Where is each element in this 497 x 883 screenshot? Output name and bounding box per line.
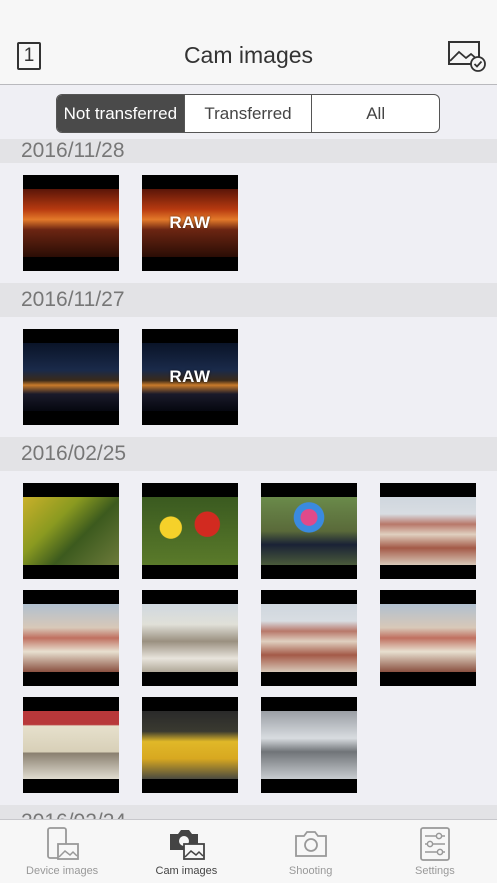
tab-device-images[interactable]: Device images: [0, 820, 124, 883]
image-check-icon[interactable]: [447, 40, 487, 72]
segment-not-transferred[interactable]: Not transferred: [57, 95, 184, 132]
image-thumbnail[interactable]: [23, 483, 119, 579]
tab-label: Cam images: [155, 865, 218, 877]
image-list[interactable]: 2016/11/28 RAW 2016/11/27 RAW 2016/02/25…: [0, 139, 497, 819]
camera-images-icon: [170, 830, 206, 860]
thumbnail-group: RAW: [0, 163, 497, 283]
bottom-tab-bar: Device images Cam images Shooting Settin…: [0, 819, 497, 883]
tab-label: Shooting: [288, 865, 333, 877]
filter-segment-bar: Not transferred Transferred All: [0, 85, 497, 139]
segment-all[interactable]: All: [311, 95, 439, 132]
date-header: 2016/11/28: [0, 139, 497, 163]
tab-shooting[interactable]: Shooting: [249, 820, 373, 883]
date-header: 2016/02/24: [0, 805, 497, 819]
tab-cam-images[interactable]: Cam images: [124, 820, 248, 883]
date-header: 2016/11/27: [0, 283, 497, 317]
segment-transferred[interactable]: Transferred: [183, 95, 312, 132]
image-thumbnail[interactable]: [142, 483, 238, 579]
image-thumbnail[interactable]: [142, 697, 238, 793]
thumbnail-group: [0, 471, 497, 805]
tab-label: Device images: [26, 865, 99, 877]
image-thumbnail[interactable]: RAW: [142, 329, 238, 425]
image-thumbnail[interactable]: [380, 483, 476, 579]
device-images-icon: [47, 827, 80, 860]
tab-settings[interactable]: Settings: [373, 820, 497, 883]
raw-badge: RAW: [169, 367, 211, 386]
image-thumbnail[interactable]: [23, 590, 119, 686]
image-thumbnail[interactable]: [261, 590, 357, 686]
image-thumbnail[interactable]: RAW: [142, 175, 238, 271]
image-thumbnail[interactable]: [380, 590, 476, 686]
image-thumbnail[interactable]: [23, 697, 119, 793]
thumbnail-group: RAW: [0, 317, 497, 437]
camera-icon: [294, 831, 327, 857]
settings-sliders-icon: [419, 827, 450, 861]
image-thumbnail[interactable]: [23, 175, 119, 271]
tab-label: Settings: [415, 865, 455, 877]
image-thumbnail[interactable]: [142, 590, 238, 686]
image-thumbnail[interactable]: [23, 329, 119, 425]
image-thumbnail[interactable]: [261, 483, 357, 579]
filter-segmented-control: Not transferred Transferred All: [56, 94, 440, 133]
raw-badge: RAW: [169, 213, 211, 232]
date-header: 2016/02/25: [0, 437, 497, 471]
header-bar: 1 Cam images: [0, 0, 497, 85]
page-title: Cam images: [183, 42, 314, 68]
image-thumbnail[interactable]: [261, 697, 357, 793]
